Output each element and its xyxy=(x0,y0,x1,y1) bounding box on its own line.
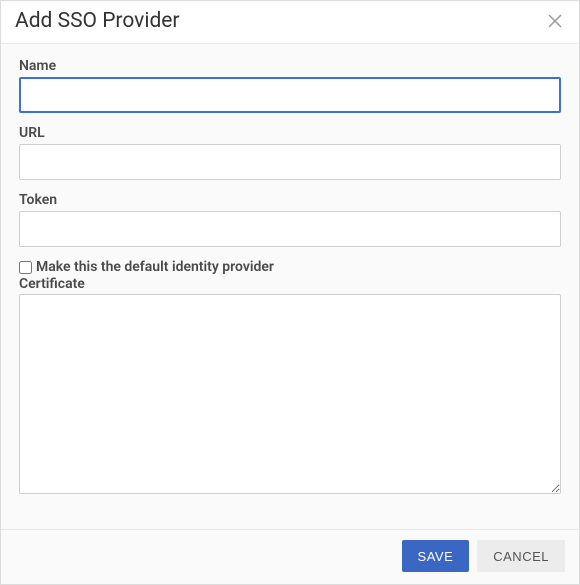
close-icon xyxy=(548,14,562,28)
modal-title: Add SSO Provider xyxy=(15,9,180,33)
cancel-button[interactable]: CANCEL xyxy=(477,540,565,572)
name-label: Name xyxy=(19,58,561,74)
modal-body: Name URL Token Make this the default ide… xyxy=(1,44,579,529)
name-group: Name xyxy=(19,58,561,113)
url-group: URL xyxy=(19,125,561,180)
default-provider-row: Make this the default identity provider xyxy=(19,259,561,275)
add-sso-provider-modal: Add SSO Provider Name URL Token Make thi… xyxy=(0,0,580,585)
token-label: Token xyxy=(19,192,561,208)
save-button[interactable]: SAVE xyxy=(402,540,470,572)
certificate-textarea[interactable] xyxy=(19,294,561,494)
token-input[interactable] xyxy=(19,211,561,247)
certificate-label: Certificate xyxy=(19,276,561,292)
token-group: Token xyxy=(19,192,561,247)
close-button[interactable] xyxy=(545,11,565,31)
modal-footer: SAVE CANCEL xyxy=(1,529,579,584)
default-provider-label: Make this the default identity provider xyxy=(36,259,274,275)
name-input[interactable] xyxy=(19,77,561,113)
url-input[interactable] xyxy=(19,144,561,180)
modal-header: Add SSO Provider xyxy=(1,1,579,44)
default-provider-checkbox[interactable] xyxy=(19,261,32,274)
url-label: URL xyxy=(19,125,561,141)
